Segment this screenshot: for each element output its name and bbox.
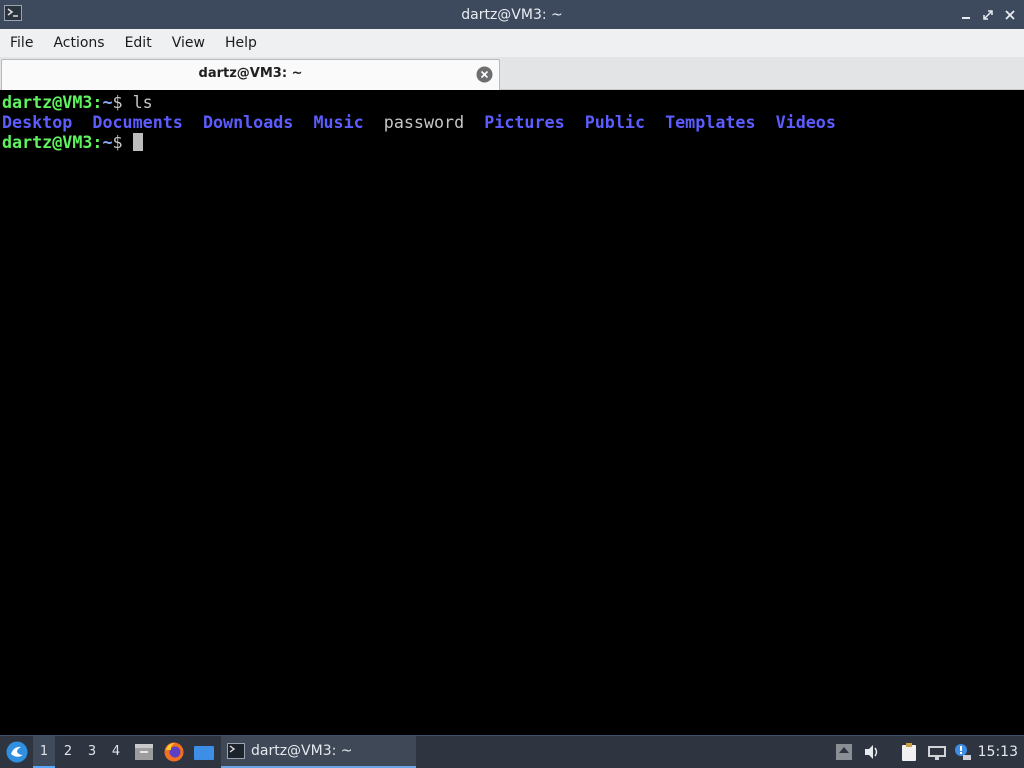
terminal-line-listing: Desktop Documents Downloads Music passwo…: [2, 112, 836, 132]
close-icon: [1005, 9, 1015, 20]
listing-directory: Downloads: [202, 112, 294, 132]
tab-label: dartz@VM3: ~: [198, 66, 303, 81]
menu-bar: File Actions Edit View Help: [0, 29, 1024, 57]
close-window-button[interactable]: [1002, 7, 1018, 23]
listing-separator: [645, 112, 665, 132]
prompt-colon: :: [92, 132, 103, 152]
terminal-tab[interactable]: dartz@VM3: ~: [1, 59, 500, 90]
window-title: dartz@VM3: ~: [461, 6, 563, 23]
listing-separator: [72, 112, 92, 132]
task-label: dartz@VM3: ~: [251, 743, 353, 759]
firefox-launcher[interactable]: [163, 741, 185, 763]
menu-help[interactable]: Help: [215, 29, 267, 57]
tab-bar: dartz@VM3: ~: [0, 57, 1024, 90]
listing-separator: [464, 112, 484, 132]
tray-clipboard[interactable]: [899, 742, 919, 762]
tray-notifications[interactable]: [953, 742, 973, 762]
close-circle-icon: [476, 66, 493, 83]
listing-directory: Desktop: [2, 112, 73, 132]
clipboard-icon: [902, 743, 916, 761]
prompt-colon: :: [92, 92, 103, 112]
prompt-path: ~: [102, 92, 113, 112]
desktop-icon: [194, 746, 214, 760]
show-desktop-button[interactable]: [193, 741, 215, 763]
menu-edit[interactable]: Edit: [115, 29, 162, 57]
command-text: ls: [132, 92, 153, 112]
tab-close-button[interactable]: [476, 66, 493, 83]
listing-file: password: [383, 112, 465, 132]
restore-button[interactable]: [980, 7, 996, 23]
listing-separator: [293, 112, 313, 132]
file-manager-icon: [135, 744, 153, 760]
notification-icon: [955, 744, 971, 760]
terminal-line-prompt: dartz@VM3:~$: [2, 132, 143, 152]
prompt-symbol: $: [112, 132, 133, 152]
menu-file[interactable]: File: [0, 29, 43, 57]
listing-separator: [183, 112, 203, 132]
window-titlebar[interactable]: dartz@VM3: ~: [0, 0, 1024, 29]
clock[interactable]: 15:13: [978, 736, 1018, 768]
listing-directory: Pictures: [484, 112, 565, 132]
firefox-icon: [164, 742, 184, 762]
terminal-line-command: dartz@VM3:~$ ls: [2, 92, 153, 112]
file-manager-launcher[interactable]: [133, 741, 155, 763]
workspace-4[interactable]: 4: [105, 736, 127, 768]
listing-directory: Videos: [775, 112, 836, 132]
listing-directory: Documents: [92, 112, 183, 132]
network-icon: [928, 746, 946, 760]
listing-directory: Public: [584, 112, 645, 132]
prompt-user: dartz@VM3: [2, 132, 93, 152]
terminal-icon: [227, 743, 245, 759]
taskbar: 1 2 3 4 dartz@VM3: ~ 15:13: [0, 735, 1024, 768]
prompt-user: dartz@VM3: [2, 92, 93, 112]
lubuntu-logo-icon: [6, 741, 28, 763]
minimize-icon: [962, 16, 970, 19]
prompt-symbol: $: [112, 92, 133, 112]
listing-separator: [364, 112, 384, 132]
tray-volume[interactable]: [862, 742, 882, 762]
listing-separator: [565, 112, 585, 132]
tray-network[interactable]: [927, 742, 947, 762]
taskbar-task-terminal[interactable]: dartz@VM3: ~: [221, 736, 416, 768]
listing-separator: [756, 112, 776, 132]
text-cursor: [132, 133, 143, 151]
prompt-path: ~: [102, 132, 113, 152]
volume-icon: [865, 745, 878, 759]
menu-actions[interactable]: Actions: [43, 29, 114, 57]
upload-icon: [836, 744, 852, 760]
terminal-output[interactable]: dartz@VM3:~$ ls Desktop Documents Downlo…: [0, 90, 1024, 735]
workspace-1[interactable]: 1: [33, 736, 55, 768]
listing-directory: Templates: [665, 112, 756, 132]
terminal-app-icon: [4, 5, 22, 21]
listing-directory: Music: [313, 112, 364, 132]
workspace-2[interactable]: 2: [57, 736, 79, 768]
restore-icon: [983, 9, 993, 20]
tray-updates[interactable]: [834, 742, 854, 762]
start-menu-button[interactable]: [5, 740, 29, 764]
minimize-button[interactable]: [958, 7, 974, 23]
workspace-3[interactable]: 3: [81, 736, 103, 768]
menu-view[interactable]: View: [162, 29, 215, 57]
